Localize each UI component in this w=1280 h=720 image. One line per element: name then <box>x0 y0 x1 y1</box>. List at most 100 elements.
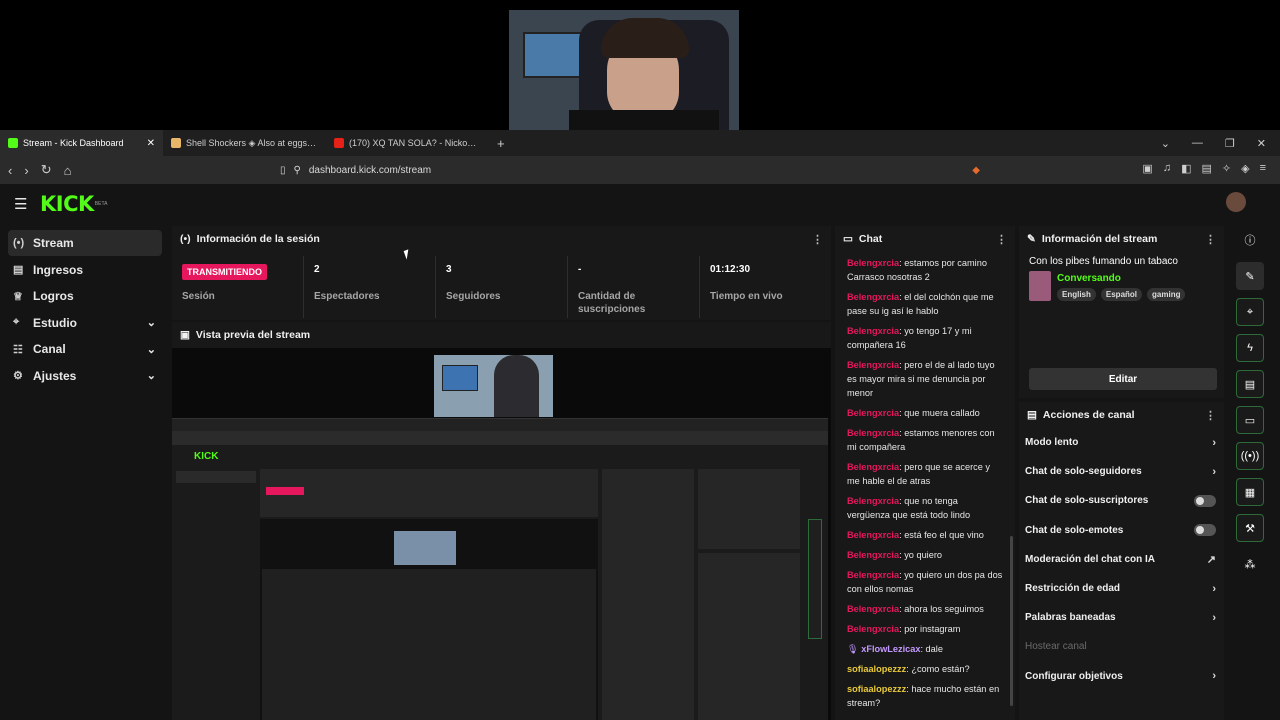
sidebar-item-label: Stream <box>33 236 74 250</box>
more-options-icon[interactable]: ⋮ <box>996 233 1007 246</box>
site-info-icon[interactable]: ⚲ <box>294 165 301 176</box>
chat-message: Belengxrcia: por instagram <box>847 622 1003 636</box>
sidebar-item-estudio[interactable]: ⌖ Estudio ⌄ <box>8 310 162 336</box>
preview-recursive-screen[interactable]: KICK <box>172 418 828 720</box>
lightning-icon[interactable]: ϟ <box>1236 334 1264 362</box>
maximize-icon[interactable]: ❐ <box>1225 137 1235 150</box>
panel-header: (•) Información de la sesión ⋮ <box>172 226 831 252</box>
followers-cell: 3 Seguidores <box>436 256 568 318</box>
url-text[interactable]: dashboard.kick.com/stream <box>309 165 431 176</box>
action-banned-words[interactable]: Palabras baneadas › <box>1019 603 1224 632</box>
nested-thumb <box>394 531 456 565</box>
chevron-down-icon: ⌄ <box>146 317 156 329</box>
sidebar-item-stream[interactable]: (•) Stream <box>8 230 162 256</box>
category-name[interactable]: Conversando <box>1057 273 1185 284</box>
focus-icon[interactable]: ⌖ <box>1236 298 1264 326</box>
chat-username[interactable]: Belengxrcia <box>847 326 899 336</box>
screenshot-icon[interactable]: ▣ <box>1142 162 1152 175</box>
ai-icon[interactable]: ✧ <box>1222 162 1231 175</box>
bookmark-icon[interactable]: ▯ <box>280 165 286 176</box>
chat-username[interactable]: sofiaalopezzz <box>847 684 906 694</box>
chat-username[interactable]: Belengxrcia <box>847 292 899 302</box>
kick-logo[interactable]: KICK <box>40 192 94 216</box>
chat-panel: ▭ Chat ⋮ Belengxrcia: estamos por camino… <box>835 226 1015 720</box>
user-avatar[interactable] <box>1226 192 1246 212</box>
chat-username[interactable]: Belengxrcia <box>847 462 899 472</box>
home-icon[interactable]: ⌂ <box>64 163 72 178</box>
layout-icon[interactable]: ▦ <box>1236 478 1264 506</box>
hamburger-menu-icon[interactable]: ☰ <box>14 195 40 213</box>
category-thumbnail <box>1029 271 1051 301</box>
chat-username[interactable]: Belengxrcia <box>847 550 899 560</box>
chevron-down-icon: ⌄ <box>146 370 156 382</box>
chat-message: Belengxrcia: ahora los seguimos <box>847 602 1003 616</box>
sidebar-item-canal[interactable]: ☷ Canal ⌄ <box>8 336 162 362</box>
action-label: Hostear canal <box>1025 641 1087 653</box>
chat-username[interactable]: Belengxrcia <box>847 624 899 634</box>
new-tab-icon[interactable]: + <box>489 136 513 151</box>
browser-tab-youtube[interactable]: (170) XQ TAN SOLA? - Nickoog Clk Fr... <box>326 130 489 156</box>
chat-username[interactable]: Belengxrcia <box>847 570 899 580</box>
sidebar-toggle-icon[interactable]: ◧ <box>1181 162 1191 175</box>
broadcast-icon[interactable]: ((•)) <box>1236 442 1264 470</box>
emotes-only-toggle[interactable] <box>1194 524 1216 537</box>
chat-username[interactable]: Belengxrcia <box>847 428 899 438</box>
chat-username[interactable]: sofiaalopezzz <box>847 664 906 674</box>
nested-sidebar-active <box>176 471 256 483</box>
chat-message: Belengxrcia: estamos menores con mi comp… <box>847 426 1003 454</box>
more-options-icon[interactable]: ⋮ <box>1205 233 1216 246</box>
music-icon[interactable]: ♫ <box>1163 162 1171 175</box>
chat-username[interactable]: xFlowLezicax <box>861 644 920 654</box>
sidebar-item-ingresos[interactable]: ▤ Ingresos <box>8 257 162 283</box>
subs-only-toggle[interactable] <box>1194 494 1216 507</box>
chat-username[interactable]: Belengxrcia <box>847 496 899 506</box>
action-ai-moderation[interactable]: Moderación del chat con IA ↗ <box>1019 545 1224 574</box>
browser-tab-kick[interactable]: Stream - Kick Dashboard ✕ <box>0 130 163 156</box>
dropdown-icon[interactable]: ⌄ <box>1161 137 1170 150</box>
browser-tab-shell[interactable]: Shell Shockers ◈ Also at eggshock... <box>163 130 326 156</box>
document-icon[interactable]: ▤ <box>1236 370 1264 398</box>
more-options-icon[interactable]: ⋮ <box>1205 409 1216 422</box>
back-icon[interactable]: ‹ <box>8 163 12 178</box>
action-slow-mode[interactable]: Modo lento › <box>1019 428 1224 457</box>
shell-favicon-icon <box>171 138 181 148</box>
forward-icon[interactable]: › <box>24 163 28 178</box>
wrench-icon[interactable]: ⚒ <box>1236 514 1264 542</box>
panel-title: Vista previa del stream <box>195 329 311 341</box>
minimize-icon[interactable]: — <box>1192 137 1203 150</box>
chat-username[interactable]: Belengxrcia <box>847 604 899 614</box>
sidebar-item-ajustes[interactable]: ⚙ Ajustes ⌄ <box>8 363 162 389</box>
sidebar: (•) Stream ▤ Ingresos ♕ Logros ⌖ Estudio… <box>0 230 170 389</box>
nested-session <box>260 469 598 517</box>
close-window-icon[interactable]: ✕ <box>1257 137 1266 150</box>
sidebar-item-logros[interactable]: ♕ Logros <box>8 283 162 309</box>
action-configure-goals[interactable]: Configurar objetivos › <box>1019 662 1224 691</box>
edit-pencil-icon[interactable]: ✎ <box>1236 262 1264 290</box>
action-label: Modo lento <box>1025 437 1079 449</box>
info-icon[interactable]: ⓘ <box>1236 226 1264 254</box>
address-bar[interactable]: ▯ ⚲ dashboard.kick.com/stream ◆ <box>280 160 980 180</box>
wallet-icon[interactable]: ▤ <box>1201 162 1211 175</box>
chat-username[interactable]: Belengxrcia <box>847 258 899 268</box>
chat-scrollbar[interactable] <box>1010 536 1013 706</box>
chat-username[interactable]: Belengxrcia <box>847 360 899 370</box>
close-tab-icon[interactable]: ✕ <box>147 138 155 149</box>
reload-icon[interactable]: ↻ <box>41 162 52 178</box>
chat-text: : dale <box>920 644 943 654</box>
menu-icon[interactable]: ≡ <box>1260 162 1266 175</box>
chat-message: Belengxrcia: pero el de al lado tuyo es … <box>847 358 1003 400</box>
session-icon: (•) <box>180 233 191 245</box>
vpn-icon[interactable]: ◈ <box>1241 162 1249 175</box>
action-followers-only[interactable]: Chat de solo-seguidores › <box>1019 457 1224 486</box>
stat-label: Seguidores <box>446 291 501 302</box>
edit-button[interactable]: Editar <box>1029 368 1217 390</box>
chat-message: Belengxrcia: estamos por camino Carrasco… <box>847 256 1003 284</box>
action-age-restriction[interactable]: Restricción de edad › <box>1019 574 1224 603</box>
more-options-icon[interactable]: ⋮ <box>812 233 823 246</box>
chat-message: Belengxrcia: pero que se acerce y me hab… <box>847 460 1003 488</box>
brave-shield-icon[interactable]: ◆ <box>972 165 980 176</box>
chat-icon[interactable]: ▭ <box>1236 406 1264 434</box>
chat-username[interactable]: Belengxrcia <box>847 530 899 540</box>
network-icon[interactable]: ⁂ <box>1236 550 1264 578</box>
chat-username[interactable]: Belengxrcia <box>847 408 899 418</box>
